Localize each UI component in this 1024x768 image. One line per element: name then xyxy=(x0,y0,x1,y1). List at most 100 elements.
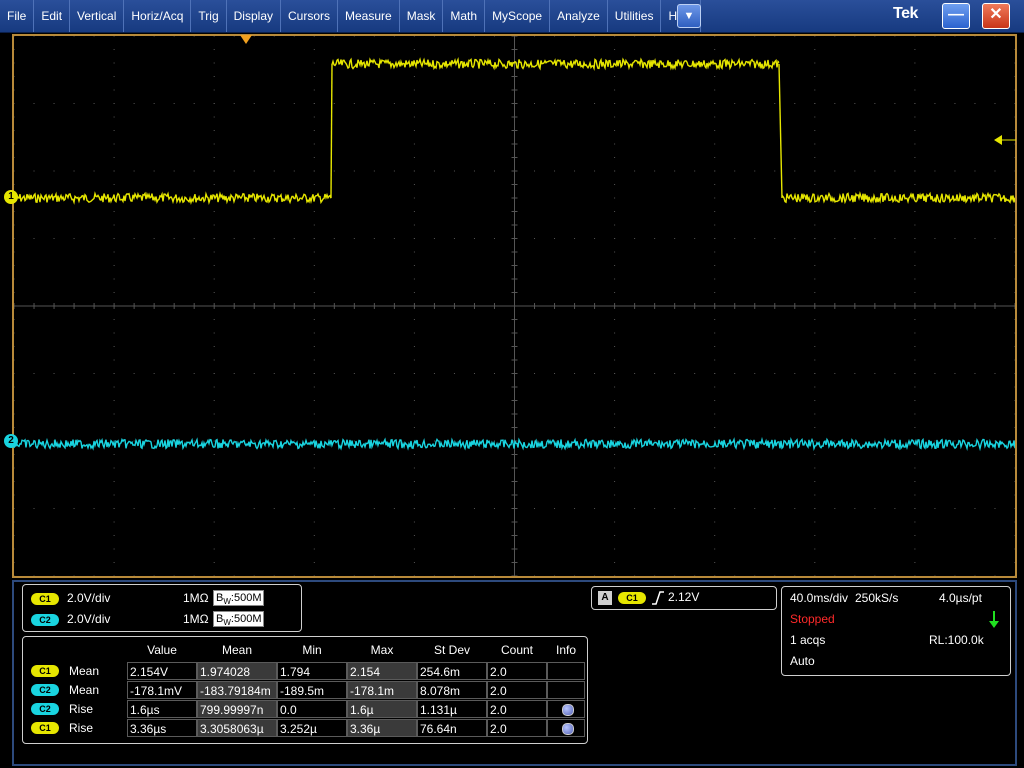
trigger-chip: C1 xyxy=(618,592,646,604)
meas-cell-value: -178.1mV xyxy=(127,681,197,699)
ch1-impedance: 1MΩ xyxy=(183,591,209,605)
ch1-waveform-low-2 xyxy=(781,190,1015,205)
info-icon[interactable] xyxy=(562,704,574,716)
ch1-chip: C1 xyxy=(31,593,59,605)
menu-measure[interactable]: Measure xyxy=(338,0,400,32)
meas-cell-value: 2.154V xyxy=(127,662,197,680)
meas-row-chip: C1 xyxy=(31,665,59,677)
ch1-rising-edge xyxy=(330,63,333,199)
meas-cell-max: 2.154 xyxy=(347,662,417,680)
meas-cell-value: 1.6µs xyxy=(127,700,197,718)
ch1-bandwidth: BW:500M xyxy=(213,590,265,606)
main-menu: File Edit Vertical Horiz/Acq Trig Displa… xyxy=(0,0,702,32)
meas-header-count: Count xyxy=(500,643,534,657)
menu-dropdown-button[interactable]: ▼ xyxy=(677,4,701,28)
ch2-impedance: 1MΩ xyxy=(183,612,209,626)
graticule xyxy=(14,36,1015,576)
meas-row-type: Rise xyxy=(69,702,94,716)
meas-row-chip: C2 xyxy=(31,684,59,696)
ch1-waveform-low-1 xyxy=(14,191,332,206)
acquisition-state: Stopped xyxy=(790,612,835,626)
meas-cell-info xyxy=(547,662,585,680)
meas-cell-stdev: 8.078m xyxy=(417,681,487,699)
meas-cell-mean: 799.99997n xyxy=(197,700,277,718)
close-button[interactable]: ✕ xyxy=(982,3,1010,29)
menu-myscope[interactable]: MyScope xyxy=(485,0,551,32)
meas-cell-max: -178.1m xyxy=(347,681,417,699)
channel-settings-box[interactable]: C1 2.0V/div 1MΩ BW:500M C2 2.0V/div 1MΩ … xyxy=(22,584,302,632)
ch2-waveform xyxy=(14,436,1015,452)
meas-header-info: Info xyxy=(555,643,576,657)
meas-row-type: Rise xyxy=(69,721,94,735)
measurement-table[interactable]: Value Mean Min Max St Dev Count Info C1 Mean 2.15… xyxy=(22,636,588,744)
menu-math[interactable]: Math xyxy=(443,0,486,32)
meas-cell-mean: -183.79184m xyxy=(197,681,277,699)
horizontal-box[interactable]: 40.0ms/div 250kS/s 4.0µs/pt Stopped 1 ac… xyxy=(781,586,1011,676)
waveform-display[interactable] xyxy=(12,34,1017,578)
chevron-down-icon: ▼ xyxy=(683,10,695,22)
meas-cell-info xyxy=(547,681,585,699)
ch1-scale: 2.0V/div xyxy=(67,591,111,605)
meas-cell-min: 0.0 xyxy=(277,700,347,718)
menu-display[interactable]: Display xyxy=(227,0,281,32)
menu-file[interactable]: File xyxy=(0,0,35,32)
meas-cell-min: -189.5m xyxy=(277,681,347,699)
meas-row-type: Mean xyxy=(69,683,100,697)
meas-cell-count: 2.0 xyxy=(487,662,547,680)
trigger-level-arrow-icon[interactable] xyxy=(994,134,1016,146)
ch2-chip: C2 xyxy=(31,614,59,626)
ch2-scale: 2.0V/div xyxy=(67,612,111,626)
ch1-waveform-high xyxy=(331,56,780,72)
info-icon[interactable] xyxy=(562,723,574,735)
rising-edge-icon xyxy=(652,591,664,605)
meas-header-value: Value xyxy=(147,643,177,657)
menu-analyze[interactable]: Analyze xyxy=(550,0,608,32)
close-icon: ✕ xyxy=(989,6,1003,23)
meas-cell-count: 2.0 xyxy=(487,700,547,718)
sample-rate: 250kS/s xyxy=(855,591,899,605)
menu-vertical[interactable]: Vertical xyxy=(70,0,125,32)
meas-cell-max: 1.6µ xyxy=(347,700,417,718)
menu-utilities[interactable]: Utilities xyxy=(608,0,662,32)
status-panel: C1 2.0V/div 1MΩ BW:500M C2 2.0V/div 1MΩ … xyxy=(0,580,1024,768)
meas-header-min: Min xyxy=(302,643,322,657)
trigger-box[interactable]: A C1 2.12V xyxy=(591,586,777,610)
meas-cell-min: 1.794 xyxy=(277,662,347,680)
meas-cell-stdev: 76.64n xyxy=(417,719,487,737)
record-length: RL:100.0k xyxy=(929,633,984,647)
menu-bar: File Edit Vertical Horiz/Acq Trig Displa… xyxy=(0,0,1024,33)
tek-logo: Tek xyxy=(893,5,918,22)
meas-header-max: Max xyxy=(370,643,394,657)
ch2-bandwidth: BW:500M xyxy=(213,611,265,627)
minimize-icon: — xyxy=(948,6,964,23)
timebase: 40.0ms/div xyxy=(790,591,849,605)
meas-cell-info xyxy=(547,719,585,737)
time-per-point: 4.0µs/pt xyxy=(939,591,982,605)
ch2-ground-marker[interactable]: 2 xyxy=(4,434,18,448)
ch1-ground-marker[interactable]: 1 xyxy=(4,190,18,204)
menu-edit[interactable]: Edit xyxy=(34,0,71,32)
menu-cursors[interactable]: Cursors xyxy=(281,0,339,32)
trigger-position-icon[interactable] xyxy=(240,35,252,45)
meas-header-mean: Mean xyxy=(221,643,253,657)
meas-row-type: Mean xyxy=(69,664,100,678)
meas-cell-mean: 1.974028 xyxy=(197,662,277,680)
menu-horiz-acq[interactable]: Horiz/Acq xyxy=(124,0,192,32)
meas-cell-count: 2.0 xyxy=(487,719,547,737)
meas-cell-mean: 3.3058063µ xyxy=(197,719,277,737)
menu-trig[interactable]: Trig xyxy=(191,0,227,32)
meas-cell-min: 3.252µ xyxy=(277,719,347,737)
trigger-level: 2.12V xyxy=(668,590,700,604)
acquisition-count: 1 acqs xyxy=(790,633,826,647)
meas-header-st-dev: St Dev xyxy=(433,643,470,657)
meas-row-chip: C1 xyxy=(31,722,59,734)
meas-cell-stdev: 1.131µ xyxy=(417,700,487,718)
measurement-table-body: Value Mean Min Max St Dev Count Info C1 Mean 2.15… xyxy=(23,637,585,741)
minimize-button[interactable]: — xyxy=(942,3,970,29)
run-indicator-icon xyxy=(989,611,999,628)
meas-row-chip: C2 xyxy=(31,703,59,715)
meas-cell-max: 3.36µ xyxy=(347,719,417,737)
meas-cell-value: 3.36µs xyxy=(127,719,197,737)
menu-mask[interactable]: Mask xyxy=(400,0,444,32)
trigger-mode: Auto xyxy=(790,654,815,668)
